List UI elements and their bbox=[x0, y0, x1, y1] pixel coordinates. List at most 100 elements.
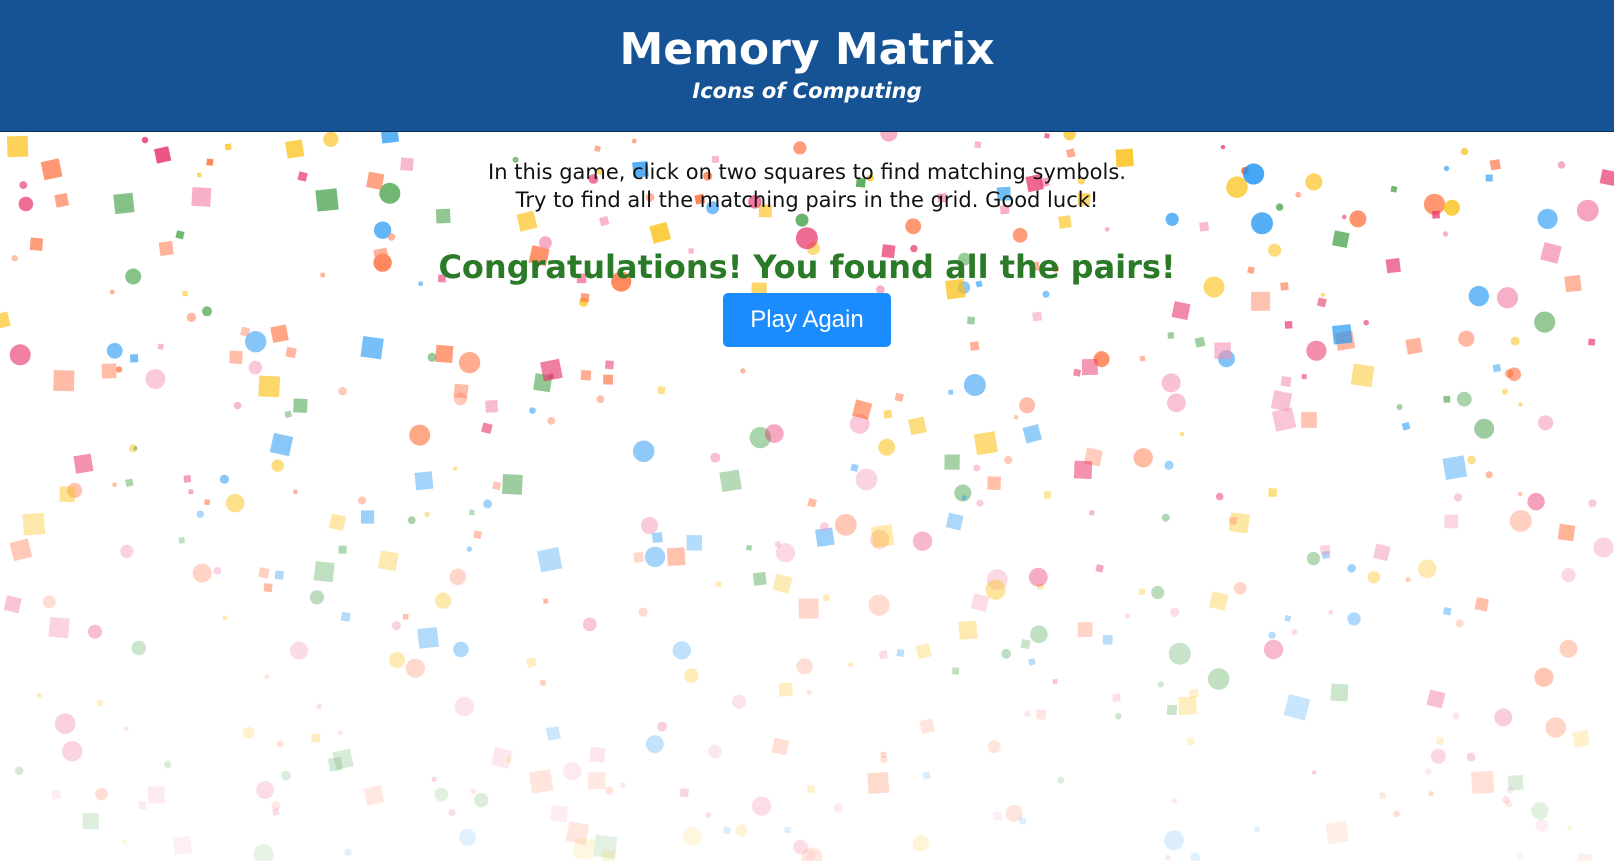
confetti-circle bbox=[466, 546, 473, 552]
confetti-circle bbox=[1430, 748, 1446, 764]
confetti-square bbox=[338, 545, 347, 554]
confetti-square bbox=[719, 469, 742, 493]
confetti-circle bbox=[796, 658, 813, 675]
confetti-square bbox=[542, 598, 549, 604]
confetti-square bbox=[274, 570, 284, 580]
confetti-circle bbox=[405, 658, 425, 678]
confetti-square bbox=[59, 486, 76, 503]
confetti-circle bbox=[391, 621, 401, 631]
confetti-circle bbox=[120, 544, 134, 559]
confetti-square bbox=[293, 398, 308, 413]
confetti-circle bbox=[912, 835, 930, 852]
confetti-circle bbox=[1593, 537, 1614, 558]
confetti-circle bbox=[458, 351, 481, 374]
confetti-square bbox=[807, 785, 815, 794]
confetti-circle bbox=[710, 452, 721, 463]
confetti-circle bbox=[9, 344, 31, 366]
confetti-square bbox=[1405, 577, 1411, 582]
confetti-square bbox=[1138, 588, 1146, 596]
confetti-square bbox=[878, 650, 888, 660]
confetti-square bbox=[1325, 820, 1349, 845]
confetti-circle bbox=[1151, 585, 1165, 600]
confetti-circle bbox=[1453, 493, 1463, 502]
confetti-square bbox=[1443, 395, 1451, 403]
confetti-circle bbox=[164, 760, 172, 769]
app-header: Memory Matrix Icons of Computing bbox=[0, 0, 1614, 132]
confetti-circle bbox=[1474, 418, 1495, 439]
confetti-circle bbox=[562, 762, 582, 781]
confetti-square bbox=[97, 700, 104, 707]
confetti-circle bbox=[1167, 393, 1186, 413]
confetti-circle bbox=[1001, 648, 1011, 659]
confetti-circle bbox=[1501, 388, 1508, 395]
confetti-square bbox=[51, 789, 62, 800]
confetti-circle bbox=[645, 735, 664, 754]
confetti-circle bbox=[848, 662, 854, 668]
confetti-square bbox=[1401, 421, 1411, 431]
confetti-square bbox=[589, 746, 606, 763]
confetti-square bbox=[258, 375, 281, 398]
confetti-circle bbox=[1505, 800, 1513, 808]
confetti-circle bbox=[1467, 455, 1476, 465]
confetti-circle bbox=[61, 741, 83, 762]
confetti-square bbox=[101, 363, 117, 379]
confetti-square bbox=[1229, 517, 1237, 525]
confetti-square bbox=[823, 594, 830, 602]
confetti-square bbox=[1435, 736, 1445, 746]
confetti-square bbox=[587, 771, 606, 790]
confetti-square bbox=[3, 595, 22, 614]
confetti-square bbox=[453, 383, 469, 399]
confetti-circle bbox=[42, 595, 56, 609]
confetti-circle bbox=[357, 496, 367, 505]
confetti-circle bbox=[131, 640, 146, 656]
confetti-circle bbox=[264, 674, 270, 680]
confetti-square bbox=[258, 567, 270, 579]
confetti-square bbox=[1301, 373, 1307, 380]
confetti-square bbox=[82, 812, 99, 830]
confetti-circle bbox=[434, 592, 452, 609]
confetti-square bbox=[378, 550, 399, 572]
confetti-square bbox=[183, 475, 192, 483]
confetti-circle bbox=[344, 848, 352, 857]
confetti-square bbox=[620, 782, 626, 788]
game-subtitle: Icons of Computing bbox=[692, 79, 922, 103]
confetti-circle bbox=[459, 828, 477, 846]
confetti-circle bbox=[470, 788, 477, 795]
confetti-square bbox=[525, 657, 537, 669]
confetti-circle bbox=[271, 459, 284, 472]
confetti-circle bbox=[1367, 571, 1381, 584]
confetti-square bbox=[360, 510, 375, 524]
confetti-square bbox=[944, 454, 960, 470]
confetti-square bbox=[1426, 689, 1446, 709]
confetti-circle bbox=[1347, 612, 1361, 626]
confetti-square bbox=[1035, 709, 1047, 720]
confetti-circle bbox=[506, 757, 512, 763]
confetti-circle bbox=[1466, 752, 1476, 762]
confetti-circle bbox=[449, 568, 467, 586]
play-again-button[interactable]: Play Again bbox=[723, 293, 891, 347]
confetti-circle bbox=[1393, 810, 1400, 818]
confetti-circle bbox=[1534, 667, 1554, 687]
confetti-circle bbox=[682, 826, 703, 847]
confetti-square bbox=[922, 771, 931, 780]
confetti-square bbox=[328, 513, 347, 532]
confetti-square bbox=[313, 561, 335, 583]
confetti-circle bbox=[233, 401, 242, 410]
confetti-circle bbox=[1057, 776, 1065, 784]
confetti-square bbox=[958, 620, 978, 640]
confetti-square bbox=[604, 360, 614, 370]
confetti-circle bbox=[732, 694, 747, 709]
confetti-square bbox=[414, 471, 434, 491]
confetti-square bbox=[1492, 363, 1502, 373]
confetti-circle bbox=[1171, 797, 1178, 804]
confetti-square bbox=[1052, 679, 1058, 684]
confetti-circle bbox=[644, 546, 666, 568]
confetti-square bbox=[992, 811, 1003, 821]
confetti-square bbox=[948, 389, 954, 395]
confetti-square bbox=[686, 535, 703, 551]
confetti-square bbox=[915, 642, 932, 660]
confetti-square bbox=[53, 369, 75, 392]
confetti-square bbox=[1102, 634, 1113, 645]
confetti-square bbox=[545, 725, 561, 741]
confetti-square bbox=[1283, 693, 1311, 721]
